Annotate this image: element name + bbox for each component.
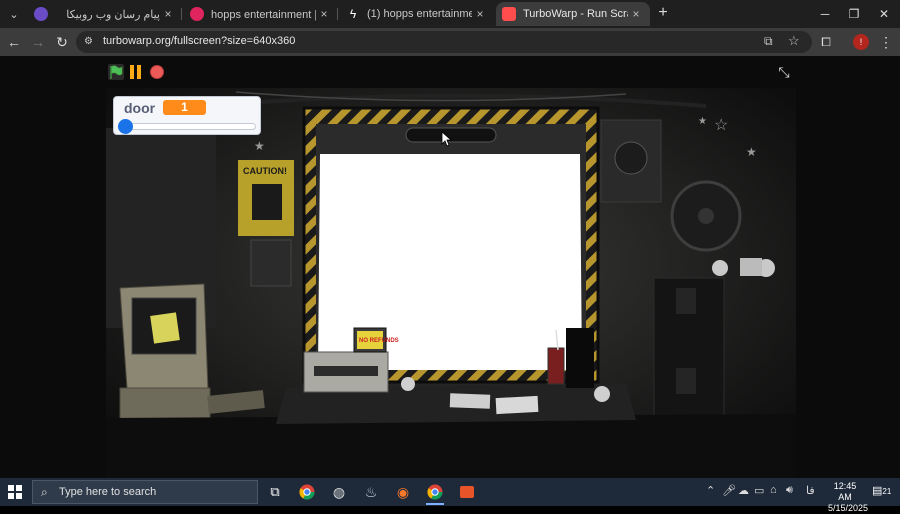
new-tab-button[interactable]: + [654,5,672,23]
chrome-icon [299,484,315,500]
plus-icon: + [658,4,668,21]
tab-aparat[interactable]: hopps entertainment | آپارات × [186,2,336,26]
network-icon[interactable]: ⌂ [770,484,777,496]
minimize-icon: ─ [820,7,830,21]
turbowarp-page: ⤡ CAUTION! ★ ☆ ★ ★ NO REFUNDS door 1 [0,56,900,478]
stop-button[interactable] [150,65,164,79]
tab-separator [337,8,338,20]
chevron-up-icon[interactable]: ⌃ [706,484,715,497]
reload-button[interactable]: ↻ [52,32,72,52]
close-icon[interactable]: × [160,7,176,21]
maximize-button[interactable]: ❐ [838,0,870,28]
windows-taskbar: ⌕ Type here to search ⧉ ◍ ♨ ◉ ⌃ 🎤︎ ☁ ▭ ⌂… [0,478,900,513]
chrome-app[interactable] [296,481,318,503]
app-sphere[interactable]: ◍ [328,481,350,503]
battery-icon[interactable]: ▭ [754,484,764,497]
task-view-button[interactable]: ⧉ [264,481,286,503]
notification-icon: ▤ [872,485,883,497]
player-controls [108,64,164,80]
url-text[interactable]: turbowarp.org/fullscreen?size=640x360 [103,35,295,47]
tab-turbowarp[interactable]: TurboWarp - Run Scratch proje × [496,2,650,26]
chrome-profile-icon [427,484,443,500]
reload-icon: ↻ [56,33,68,50]
green-flag-icon[interactable] [108,64,124,80]
clock-time: 12:45 AM [833,481,857,502]
chrome-active-app[interactable] [424,481,446,505]
search-placeholder: Type here to search [59,486,157,498]
rubika-favicon-icon [34,7,48,21]
tab-hopps[interactable]: ϟ (1) hopps entertainment (@Mr × [342,2,492,26]
notification-center-button[interactable]: ▤21 [872,484,891,497]
cloud-icon[interactable]: ☁ [738,484,749,497]
svg-text:★: ★ [698,116,707,127]
svg-text:★: ★ [746,145,757,159]
collapse-icon: ⤡ [778,64,790,80]
variable-monitor[interactable]: door 1 [113,96,261,135]
kebab-menu-icon: ⋮ [879,33,893,50]
start-button[interactable] [8,485,22,499]
back-button[interactable]: ← [4,32,24,52]
tab-title: (1) hopps entertainment (@Mr [367,8,472,20]
app-square-icon [460,486,474,498]
bookmark-star-icon[interactable]: ☆ [788,33,800,49]
svg-text:☆: ☆ [714,117,728,134]
forward-button[interactable]: → [28,32,48,52]
minimize-button[interactable]: ─ [809,0,841,28]
tab-strip: ⌄ پیام رسان وب روبیکا × hopps entertainm… [0,0,900,28]
close-icon[interactable]: × [628,7,644,21]
sphere-icon: ◍ [332,483,346,500]
microphone-icon[interactable]: 🎤︎ [722,484,736,497]
arrow-left-icon: ← [7,34,21,50]
monitor-slider-thumb[interactable] [118,119,133,134]
tab-separator [181,8,182,20]
tab-title: پیام رسان وب روبیکا [66,8,160,21]
language-indicator[interactable]: فا [806,484,815,497]
task-view-icon: ⧉ [270,484,280,499]
blender-app[interactable]: ◉ [392,481,414,503]
search-icon: ⌕ [41,485,48,499]
close-icon: ✕ [878,7,890,21]
chevron-down-icon: ⌄ [9,8,19,21]
no-refunds-sign: NO REFUNDS [359,338,399,344]
close-icon[interactable]: × [472,7,488,21]
monitor-label: door [124,100,156,116]
steam-app[interactable]: ♨ [360,481,382,503]
exit-fullscreen-button[interactable]: ⤡ [776,64,792,80]
notification-count: 21 [882,487,892,496]
menu-button[interactable]: ⋮ [876,32,896,52]
tab-title: hopps entertainment | آپارات [211,8,316,21]
volume-icon[interactable]: 🔊︎ [786,484,793,497]
mouse-cursor-icon [441,131,453,147]
arrow-right-icon: → [31,34,45,50]
address-bar[interactable]: ⚙ turbowarp.org/fullscreen?size=640x360 … [76,31,812,53]
turbowarp-favicon-icon [502,7,516,21]
site-info-icon[interactable]: ⚙ [84,36,96,48]
taskbar-search[interactable]: ⌕ Type here to search [32,480,258,504]
aparat-favicon-icon [190,7,204,21]
close-window-button[interactable]: ✕ [868,0,900,28]
install-app-icon[interactable]: ⧉ [764,34,773,49]
puzzle-icon: ⧠ [821,34,831,49]
tab-search-button[interactable]: ⌄ [4,4,24,24]
steam-icon: ♨ [364,483,378,500]
blender-icon: ◉ [396,483,410,500]
lightning-favicon-icon: ϟ [349,7,357,21]
restore-icon: ❐ [848,7,860,21]
tab-title: TurboWarp - Run Scratch proje [523,8,628,20]
svg-text:★: ★ [254,139,265,153]
monitor-slider-track[interactable] [122,123,256,130]
clock[interactable]: 12:45 AM 5/15/2025 [828,481,869,514]
browser-toolbar: ← → ↻ ⚙ turbowarp.org/fullscreen?size=64… [0,28,900,56]
clock-date: 5/15/2025 [828,503,869,513]
profile-avatar[interactable]: ! [853,34,869,50]
extensions-button[interactable]: ⧠ [816,32,836,52]
caution-poster-text: CAUTION! [243,166,287,176]
orange-app[interactable] [456,481,478,503]
tab-rubika[interactable]: پیام رسان وب روبیکا × [30,2,180,26]
close-icon[interactable]: × [316,7,332,21]
monitor-value: 1 [163,100,206,115]
pause-button[interactable] [130,65,144,79]
